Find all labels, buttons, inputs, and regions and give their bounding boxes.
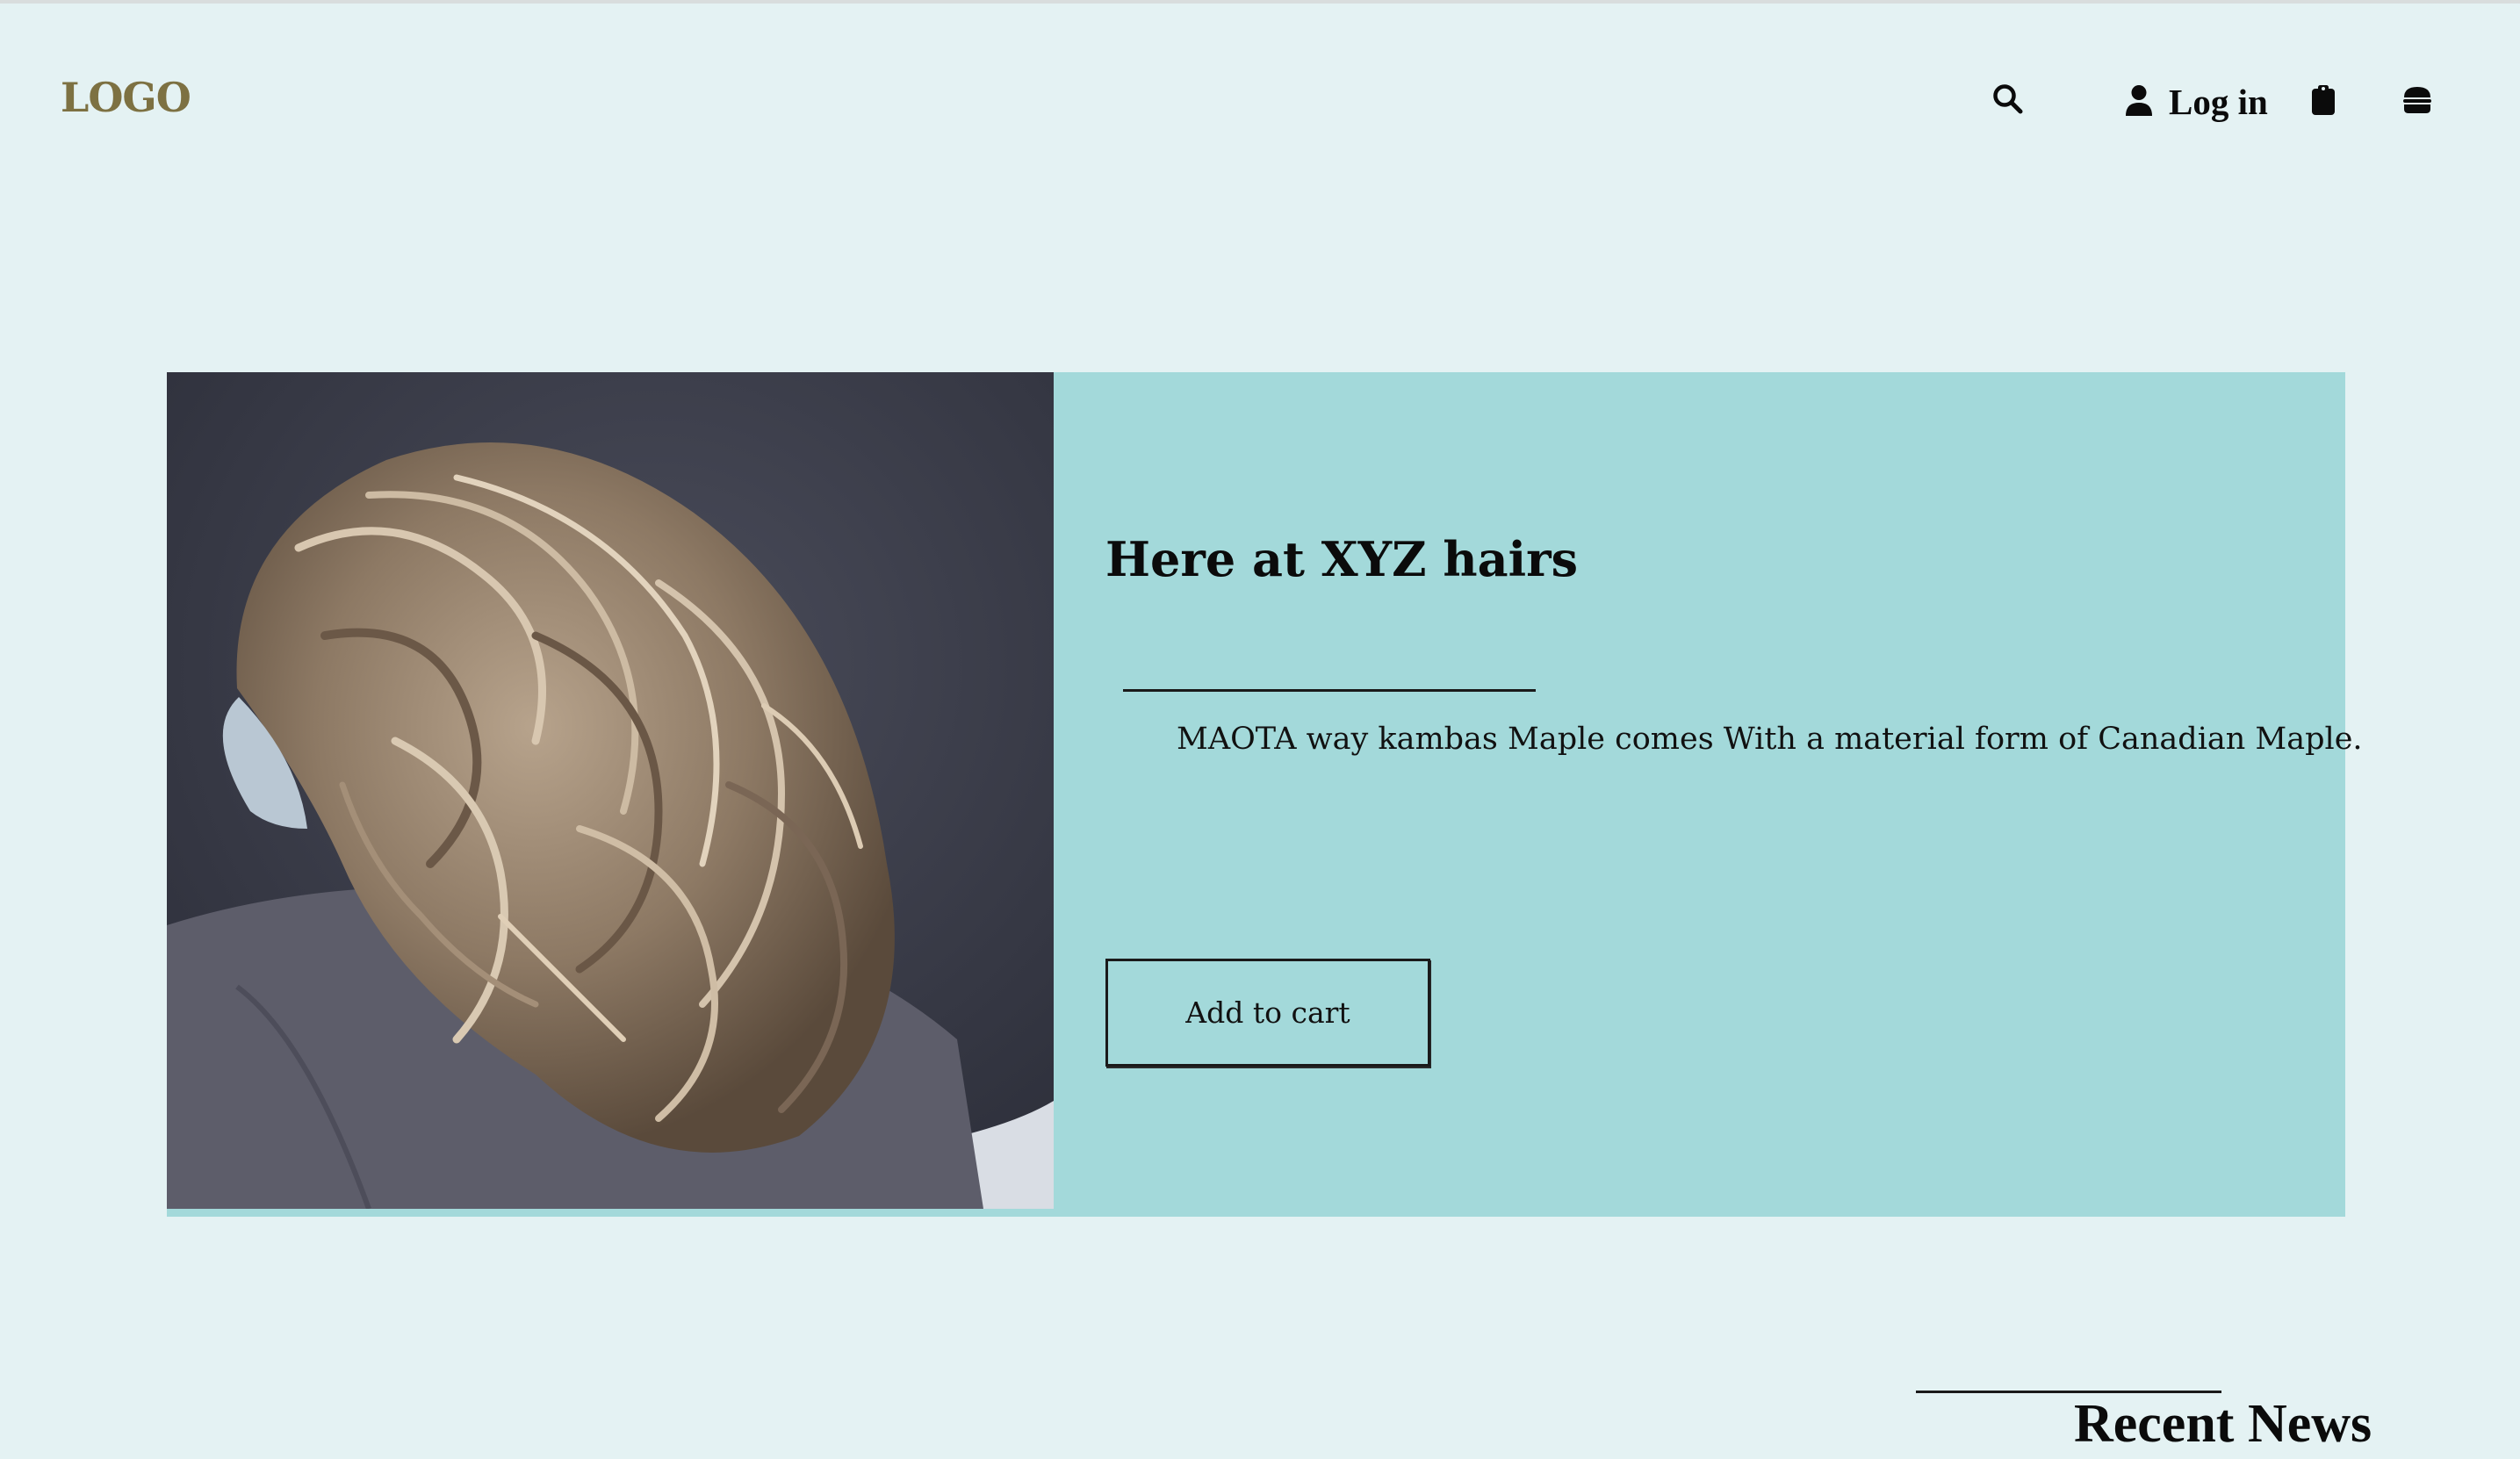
hero-description: MAOTA way kambas Maple comes With a mate… [1177, 722, 2363, 757]
recent-news-title: Recent News [2074, 1394, 2372, 1454]
search-icon[interactable] [1991, 83, 2023, 114]
logo[interactable]: LOGO [61, 74, 191, 121]
hero-section: Here at XYZ hairs MAOTA way kambas Maple… [167, 372, 2363, 1217]
title-divider [1123, 689, 1536, 692]
add-to-cart-button[interactable]: Add to cart [1105, 959, 1430, 1067]
user-icon[interactable] [2125, 84, 2153, 116]
hero-image [167, 372, 1054, 1209]
hero-title: Here at XYZ hairs [1105, 531, 1578, 587]
login-link[interactable]: Log in [2169, 79, 2268, 125]
clipboard-icon[interactable] [2311, 84, 2336, 116]
hamburger-icon[interactable] [2402, 85, 2432, 115]
